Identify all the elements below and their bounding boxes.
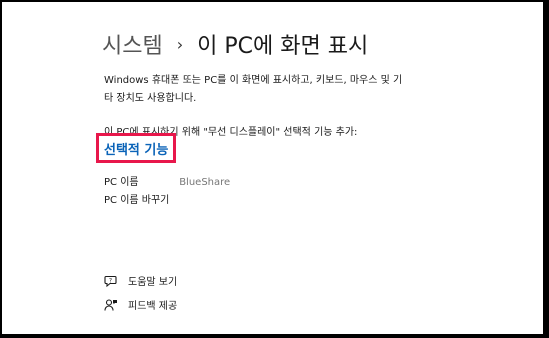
pc-name-label: PC 이름	[104, 177, 139, 188]
rename-pc-link[interactable]: PC 이름 바꾸기	[104, 191, 169, 206]
breadcrumb-separator: ›	[176, 34, 184, 54]
svg-text:?: ?	[109, 277, 112, 284]
pc-name-value: BlueShare	[179, 177, 231, 188]
feedback-icon	[104, 298, 118, 312]
page-title: 이 PC에 화면 표시	[197, 34, 369, 59]
feedback-link[interactable]: 피드백 제공	[104, 297, 177, 312]
help-icon: ?	[104, 274, 118, 288]
settings-window: 시스템 › 이 PC에 화면 표시 Windows 휴대폰 또는 PC를 이 화…	[2, 2, 543, 334]
pc-name-row: PC 이름 BlueShare	[104, 173, 230, 188]
feedback-label: 피드백 제공	[128, 301, 178, 312]
breadcrumb-system[interactable]: 시스템	[102, 28, 163, 60]
help-link[interactable]: ? 도움말 보기	[104, 273, 177, 288]
breadcrumb: 시스템 › 이 PC에 화면 표시	[102, 28, 368, 60]
help-label: 도움말 보기	[128, 277, 178, 288]
optional-features-link[interactable]: 선택적 기능	[104, 139, 168, 158]
page-description: Windows 휴대폰 또는 PC를 이 화면에 표시하고, 키보드, 마우스 …	[104, 75, 403, 104]
